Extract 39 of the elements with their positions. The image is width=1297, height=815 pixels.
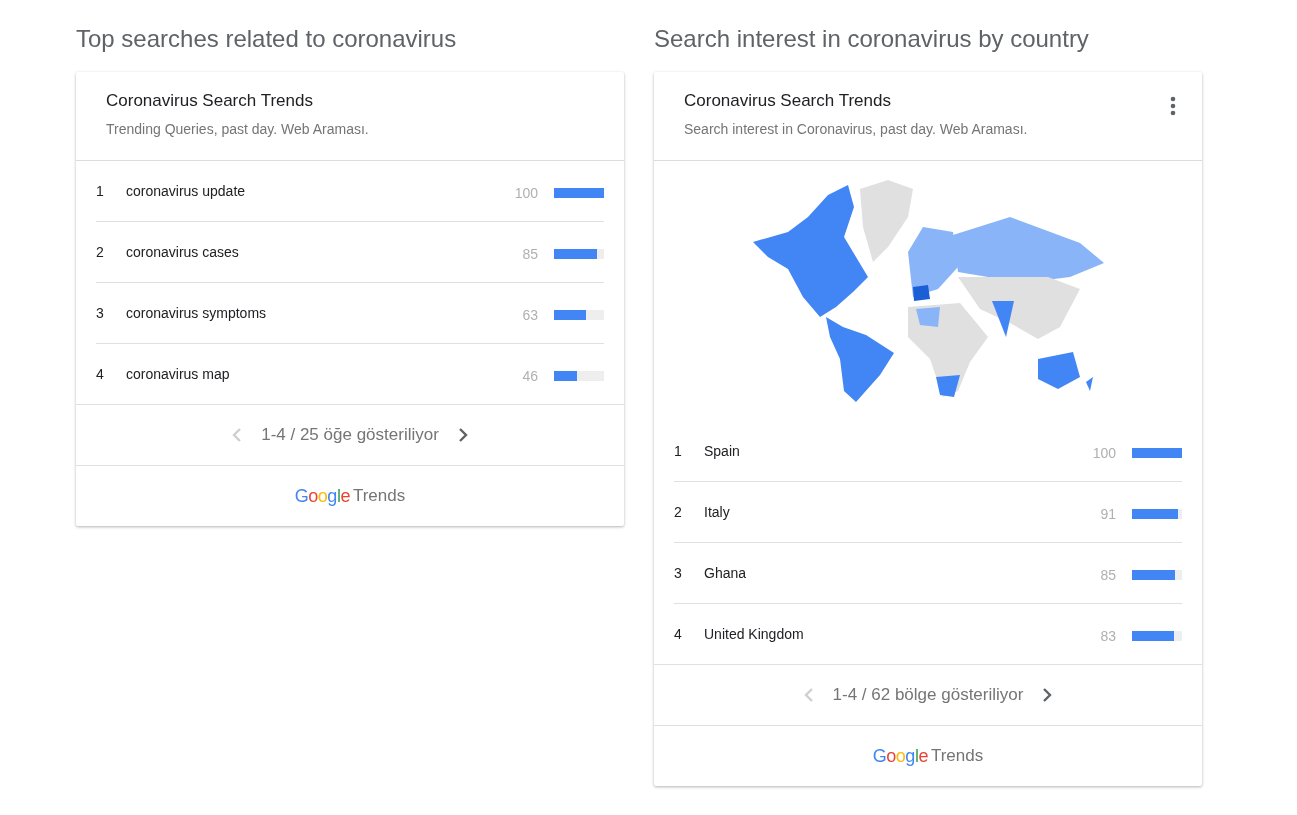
product-name: Trends (930, 746, 984, 766)
more-icon[interactable] (1170, 96, 1176, 116)
google-logo[interactable]: Google (872, 745, 928, 767)
card-subtitle: Trending Queries, past day. Web Araması. (106, 121, 370, 137)
next-page-button[interactable] (456, 427, 469, 443)
rank-number: 2 (96, 244, 105, 260)
row-value: 46 (522, 368, 538, 384)
section-heading: Top searches related to coronavirus (76, 24, 458, 54)
pager-text: 1-4 / 62 bölge gösteriliyor (832, 685, 1024, 705)
card-subtitle: Search interest in Coronavirus, past day. Web Araması. (684, 121, 1029, 137)
row-value: 85 (522, 246, 538, 262)
row-label: coronavirus cases (126, 244, 240, 260)
row-value: 91 (1100, 506, 1116, 522)
row-label: Ghana (704, 565, 748, 581)
product-name: Trends (352, 486, 406, 506)
row-label: United Kingdom (704, 626, 805, 642)
row-label: Italy (704, 504, 731, 520)
rank-number: 4 (96, 366, 105, 382)
row-label: Spain (704, 443, 741, 459)
row-value: 63 (522, 307, 538, 323)
rank-number: 1 (96, 183, 105, 199)
card-title: Coronavirus Search Trends (106, 90, 314, 112)
rank-number: 4 (674, 626, 683, 642)
row-value: 85 (1100, 567, 1116, 583)
rank-number: 2 (674, 504, 683, 520)
google-logo[interactable]: Google (294, 485, 350, 507)
row-label: coronavirus map (126, 366, 231, 382)
row-label: coronavirus update (126, 183, 247, 199)
card-title: Coronavirus Search Trends (684, 90, 892, 112)
rank-number: 3 (96, 305, 105, 321)
pager-text: 1-4 / 25 öğe gösteriliyor (261, 425, 439, 445)
rank-number: 1 (674, 443, 683, 459)
next-page-button[interactable] (1041, 687, 1054, 703)
row-label: coronavirus symptoms (126, 305, 268, 321)
rank-number: 3 (674, 565, 683, 581)
section-heading: Search interest in coronavirus by country (654, 24, 1090, 54)
row-value: 100 (1092, 445, 1116, 461)
row-value: 100 (514, 185, 538, 201)
row-value: 83 (1100, 628, 1116, 644)
